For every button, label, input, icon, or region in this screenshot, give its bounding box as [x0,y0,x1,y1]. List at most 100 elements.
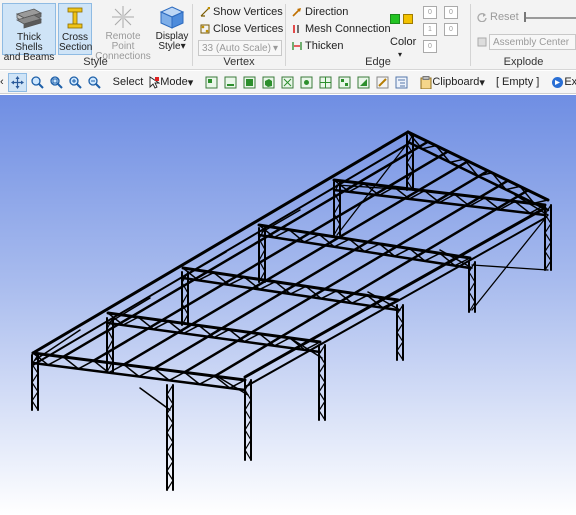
reset-button[interactable]: Reset [477,11,519,23]
pan-button[interactable] [7,72,27,92]
truss-web [533,199,549,204]
vertex-scale-dropdown[interactable]: 33 (Auto Scale) ▾ [198,40,282,56]
style-group: Thick Shells and Beams Cross Section Rem… [0,0,191,70]
select-node-button[interactable] [298,73,315,92]
close-vertices-icon [200,24,210,34]
cursor-icon [149,75,161,89]
truss-web [138,367,155,378]
dropdown-arrow-icon: ▾ [180,41,186,52]
truss-web [320,290,338,300]
truss-web [47,356,65,366]
zoom-fit-button[interactable] [86,73,103,92]
mesh-connection-label: Mesh Connection [305,23,391,35]
select-tree-button[interactable] [393,73,410,92]
steel-frame-model [31,130,552,491]
direction-arrow-icon [292,8,301,17]
explode-slider-thumb[interactable] [524,12,526,22]
thicken-button[interactable]: Thicken [292,40,344,52]
clipboard-dropdown[interactable]: Clipboard ▾ [418,73,487,92]
edge-option-spin-2[interactable]: 0 [444,6,458,19]
reset-icon [477,13,487,22]
thick-shells-label-1: Thick Shells [15,32,43,53]
select-vertex-icon [205,76,218,88]
explode-group-label: Explode [503,56,544,68]
show-vertices-button[interactable]: Show Vertices [200,6,283,18]
beam-icon [15,8,43,29]
select-label[interactable]: Select [111,73,146,92]
roof-purlin [62,140,430,359]
select-face-button[interactable] [241,73,258,92]
select-edge-icon [224,76,237,88]
zoom-in-button[interactable] [67,73,84,92]
edge-option-spin-3[interactable]: 1 [423,23,437,36]
zoom-button[interactable] [29,73,46,92]
cross-section-label-2: Section [59,42,93,53]
direction-label: Direction [305,6,349,18]
style-group-label: Style [83,56,108,68]
more-left-icon[interactable]: ‹ [0,73,6,92]
select-mesh-icon [319,76,332,88]
edge-group: Direction Mesh Connection Thicken Color … [286,0,470,70]
assembly-center-dropdown[interactable]: Assembly Center [489,34,576,50]
color-swatch-green[interactable] [390,14,400,24]
select-body-icon [262,76,275,88]
explode-group: Reset Assembly Center Explode [471,0,576,70]
mode-dropdown[interactable]: Mode ▾ [147,73,195,92]
extend-button[interactable]: Extend [549,73,576,92]
explode-slider[interactable] [524,17,576,19]
truss-web [333,238,351,248]
truss-web [77,359,95,370]
direction-button[interactable]: Direction [292,6,348,18]
edge-option-spin-1[interactable]: 0 [423,6,437,19]
edge-option-spin-4[interactable]: 0 [444,23,458,36]
extend-icon [552,76,564,88]
close-vertices-label: Close Vertices [213,23,284,35]
select-pencil-button[interactable] [374,73,391,92]
zoom-fit-icon [88,75,101,89]
select-body-button[interactable] [260,73,277,92]
left-eave-beam [31,130,410,355]
graphics-viewport[interactable] [0,95,576,515]
pan-icon [10,75,24,89]
wall-bracing [471,264,549,271]
select-extend-button[interactable] [355,73,372,92]
truss-web [229,379,246,389]
select-group-button[interactable] [336,73,353,92]
vertex-group-label: Vertex [223,56,255,68]
vertex-scale-value: 33 (Auto Scale) [202,43,271,54]
select-mesh-button[interactable] [317,73,334,92]
cube-icon [159,6,185,29]
mesh-connection-icon [293,25,299,33]
show-vertices-label: Show Vertices [213,6,283,18]
truss-web [449,158,465,164]
select-edge-button[interactable] [222,73,239,92]
color-swatch-yellow[interactable] [403,14,413,24]
thick-shells-and-beams-button[interactable]: Thick Shells and Beams [2,3,56,63]
close-vertices-button[interactable]: Close Vertices [200,23,283,35]
remote-point-label-1: Remote Point [105,31,141,52]
truss-web [363,243,381,253]
zoom-box-button[interactable] [48,73,65,92]
tree-icon [395,76,408,88]
color-dropdown[interactable]: Color [390,36,416,48]
zoom-icon [31,75,44,89]
remote-point-connections-button[interactable]: Remote Point Connections [94,3,152,62]
thicken-icon [292,42,302,50]
pencil-icon [376,76,389,88]
edge-option-spin-5[interactable]: 0 [423,40,437,53]
right-eave-beam [243,206,547,379]
remote-point-icon [112,6,134,28]
truss-web [505,185,521,191]
knee-brace [139,387,171,411]
display-style-button[interactable]: Display Style▾ [154,3,190,55]
select-element-button[interactable] [279,73,296,92]
select-vertex-button[interactable] [203,73,220,92]
color-label: Color [390,36,417,48]
truss-web [198,375,216,385]
mesh-connection-button[interactable]: Mesh Connection [292,23,391,35]
truss-web [351,294,369,304]
cross-section-button[interactable]: Cross Section [58,3,92,55]
reset-label: Reset [490,11,519,23]
truss-web [393,247,411,257]
truss-web [168,371,186,382]
